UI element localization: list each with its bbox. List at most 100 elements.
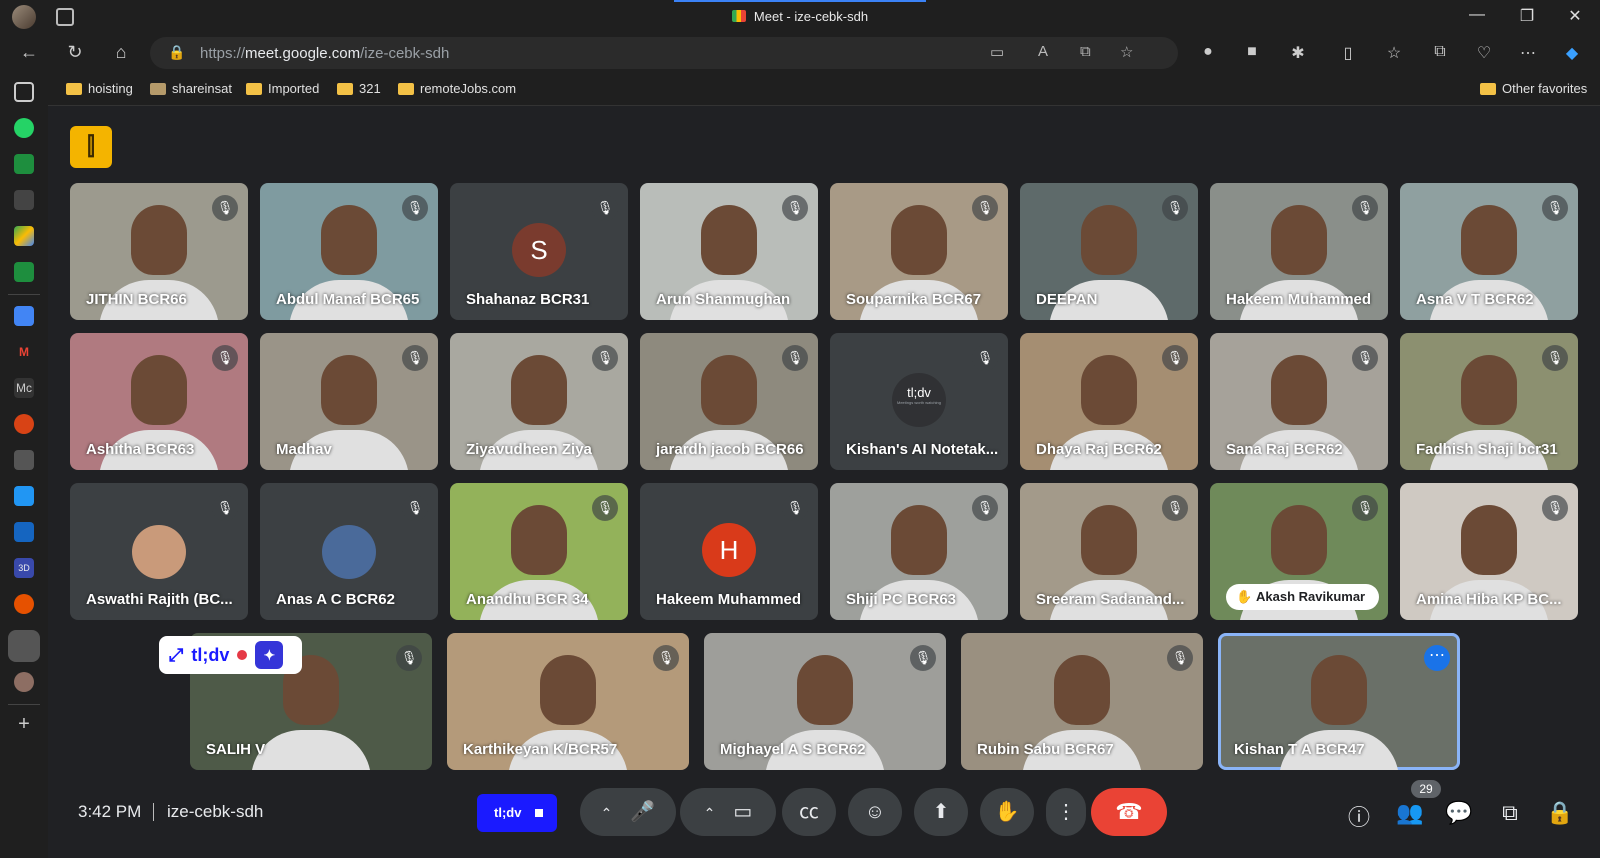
participant-tile[interactable]: 🎙 Dhaya Raj BCR62 <box>1020 333 1198 470</box>
participant-tile[interactable]: S 🎙 Shahanaz BCR31 <box>450 183 628 320</box>
app-orange-icon[interactable] <box>14 594 34 614</box>
bookmark-imported[interactable]: Imported <box>246 81 319 96</box>
participant-tile[interactable]: 🎙 Sana Raj BCR62 <box>1210 333 1388 470</box>
participant-tile[interactable]: 🎙 Asna V T BCR62 <box>1400 183 1578 320</box>
participant-tile[interactable]: 🎙 Shiji PC BCR63 <box>830 483 1008 620</box>
tab-title[interactable]: Meet - ize-cebk-sdh <box>0 9 1600 24</box>
copilot-icon[interactable]: ◆ <box>1560 43 1584 63</box>
app-icon[interactable] <box>14 190 34 210</box>
app-red-icon[interactable] <box>14 414 34 434</box>
more-options-button[interactable]: ⋮ <box>1046 788 1086 836</box>
extensions-icon[interactable]: ✱ <box>1286 43 1310 63</box>
sheets-icon-2[interactable] <box>14 262 34 282</box>
bookmark-hoisting[interactable]: hoisting <box>66 81 133 96</box>
app-mc-icon[interactable]: Mc <box>14 378 34 398</box>
participant-tile[interactable]: 🎙 Madhav <box>260 333 438 470</box>
captions-button[interactable]: ㏄ <box>782 788 836 836</box>
participant-tile[interactable]: tl;dv Meetings worth watching 🎙 Kishan's AI… <box>830 333 1008 470</box>
app-available-icon[interactable]: ⧉ <box>1080 43 1091 60</box>
participant-tile[interactable]: 🎙 Sreeram Sadanand... <box>1020 483 1198 620</box>
reload-button[interactable]: ↻ <box>62 42 88 63</box>
participant-tile[interactable]: 🎙 Amina Hiba KP BC... <box>1400 483 1578 620</box>
present-button[interactable]: ⬆ <box>914 788 968 836</box>
bookmark-321[interactable]: 321 <box>337 81 381 96</box>
participant-tile[interactable]: 🎙 Rubin Sabu BCR67 <box>961 633 1203 770</box>
audio-options-chevron-icon[interactable]: ⌃ <box>601 805 613 821</box>
participant-tile[interactable]: 🎙 Ashitha BCR63 <box>70 333 248 470</box>
sheets-icon[interactable] <box>14 154 34 174</box>
participant-tile[interactable]: 🎙 Arun Shanmughan <box>640 183 818 320</box>
participant-tile[interactable]: 🎙 Karthikeyan K/BCR57 <box>447 633 689 770</box>
app-record-icon[interactable] <box>8 630 40 662</box>
mic-control[interactable]: ⌃ 🎤 <box>580 788 676 836</box>
participant-tile[interactable]: 🎙 ✋ Akash Ravikumar <box>1210 483 1388 620</box>
browser-essentials-icon[interactable]: ♡ <box>1472 43 1496 63</box>
participant-tile[interactable]: 🎙 DEEPAN <box>1020 183 1198 320</box>
app-bar-icon[interactable] <box>14 522 34 542</box>
participant-tile[interactable]: ⋯ Kishan T A BCR47 <box>1218 633 1460 770</box>
microphone-icon[interactable]: 🎤 <box>630 801 655 823</box>
extension-color-icon[interactable]: ● <box>1196 43 1220 61</box>
participant-tile[interactable]: 🎙 Ziyavudheen Ziya <box>450 333 628 470</box>
participant-tile[interactable]: 🎙 Anas A C BCR62 <box>260 483 438 620</box>
participant-tile[interactable]: 🎙 Anandhu BCR 34 <box>450 483 628 620</box>
gmail-icon[interactable]: M <box>14 342 34 362</box>
extension-blue-icon[interactable]: ■ <box>1240 43 1264 61</box>
participant-tile[interactable]: 🎙 jarardh jacob BCR66 <box>640 333 818 470</box>
participant-tile[interactable]: 🎙 Souparnika BCR67 <box>830 183 1008 320</box>
favorites-icon[interactable]: ☆ <box>1382 43 1406 63</box>
video-options-chevron-icon[interactable]: ⌃ <box>704 805 716 821</box>
participant-tile[interactable]: 🎙 Mighayel A S BCR62 <box>704 633 946 770</box>
expand-icon[interactable]: ⤢ <box>169 645 183 666</box>
meet-app-logo-icon[interactable]: ⫿ <box>70 126 112 168</box>
more-menu-icon[interactable]: ⋯ <box>1516 43 1540 63</box>
participant-tile[interactable]: 🎙 Fadhish Shaji bcr31 <box>1400 333 1578 470</box>
participant-tile[interactable]: 🎙 Hakeem Muhammed <box>1210 183 1388 320</box>
meeting-details-button[interactable]: ⓘ <box>1344 800 1374 832</box>
tile-options-icon[interactable]: ⋯ <box>1424 645 1450 671</box>
close-window-button[interactable]: ✕ <box>1552 6 1598 26</box>
whatsapp-icon[interactable] <box>14 118 34 138</box>
app-blue-icon[interactable] <box>14 486 34 506</box>
app-dark-icon[interactable] <box>14 450 34 470</box>
bookmark-remotejobs[interactable]: remoteJobs.com <box>398 81 516 96</box>
leave-call-button[interactable]: ☎ <box>1091 788 1167 836</box>
people-button[interactable]: 👥 <box>1395 800 1425 826</box>
participant-tile[interactable]: H 🎙 Hakeem Muhammed <box>640 483 818 620</box>
docs-icon[interactable] <box>14 306 34 326</box>
read-aloud-icon[interactable]: A <box>1038 43 1048 60</box>
address-bar[interactable]: 🔒 https://meet.google.com/ize-cebk-sdh ▭… <box>150 37 1178 69</box>
host-controls-button[interactable]: 🔒 <box>1545 800 1575 826</box>
home-button[interactable]: ⌂ <box>108 42 134 63</box>
participant-tile[interactable]: 🎙 Abdul Manaf BCR65 <box>260 183 438 320</box>
participant-name: Asna V T BCR62 <box>1416 291 1534 308</box>
bookmark-shareinsat[interactable]: shareinsat <box>150 81 232 96</box>
tldv-record-button[interactable]: tl;dv <box>477 794 557 832</box>
app-3d-icon[interactable]: 3D <box>14 558 34 578</box>
raise-hand-button[interactable]: ✋ <box>980 788 1034 836</box>
participant-tile[interactable]: 🎙 Aswathi Rajith (BC... <box>70 483 248 620</box>
restore-button[interactable]: ❐ <box>1504 6 1550 26</box>
participant-tile[interactable]: 🎙 JITHIN BCR66 <box>70 183 248 320</box>
url-text[interactable]: https://meet.google.com/ize-cebk-sdh <box>200 45 449 62</box>
tldv-ai-icon[interactable]: ✦ <box>255 641 284 669</box>
camera-permission-icon[interactable]: ▭ <box>990 43 1004 61</box>
tldv-floating-widget[interactable]: ⤢ tl;dv ✦ <box>159 636 302 674</box>
app-owl-icon[interactable] <box>14 672 34 692</box>
activities-button[interactable]: ⧉ <box>1495 800 1525 826</box>
drive-icon[interactable] <box>14 226 34 246</box>
camera-control[interactable]: ⌃ ▭ <box>680 788 776 836</box>
camera-icon[interactable]: ▭ <box>733 801 752 823</box>
minimize-button[interactable]: — <box>1454 6 1500 24</box>
collections-icon[interactable]: ⧉ <box>1428 43 1452 61</box>
chat-button[interactable]: 💬 <box>1444 800 1474 826</box>
favorite-star-icon[interactable]: ☆ <box>1120 43 1133 61</box>
split-screen-icon[interactable]: ▯ <box>1336 43 1360 63</box>
lock-icon[interactable]: 🔒 <box>168 44 185 61</box>
add-sidebar-app-icon[interactable]: + <box>14 714 34 734</box>
other-favorites[interactable]: Other favorites <box>1480 81 1587 96</box>
back-button[interactable]: ← <box>16 42 42 63</box>
reactions-button[interactable]: ☺ <box>848 788 902 836</box>
sidebar-tabs-icon[interactable] <box>14 82 34 102</box>
participant-name: Hakeem Muhammed <box>1226 291 1372 308</box>
